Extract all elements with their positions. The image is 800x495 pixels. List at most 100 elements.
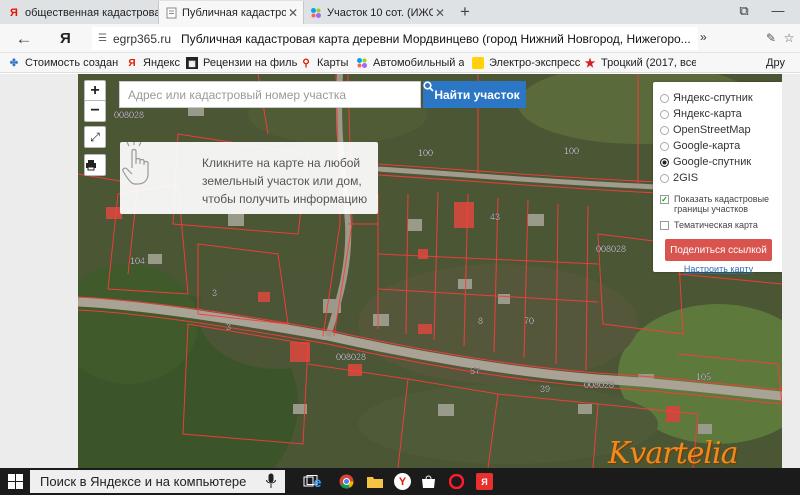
bookmarks-bar: ✤ Стоимость создан Я Яндекс ▦ Рецензии н… [0, 53, 800, 73]
zoom-out-button[interactable]: − [84, 100, 106, 122]
checkbox[interactable] [660, 221, 669, 230]
page-title: Публичная кадастровая карта деревни Морд… [181, 31, 691, 46]
configure-map-link[interactable]: Настроить карту [653, 264, 782, 274]
yandex-icon: Я [10, 6, 18, 19]
layer-option-google-map[interactable]: Google-карта [660, 139, 740, 153]
bookmark-item[interactable]: ✤ Стоимость создан [8, 55, 126, 71]
parcel-label: 008028 [596, 244, 626, 254]
taskbar-search-field[interactable]: Поиск в Яндексе и на компьютере [30, 470, 285, 493]
film-icon: ▦ [186, 57, 198, 69]
app-icon[interactable]: Я [476, 473, 493, 490]
watermark: Kvartelia [608, 436, 738, 468]
close-tab-icon[interactable]: ✕ [286, 6, 300, 20]
pen-icon[interactable]: ✎ [764, 31, 778, 45]
thematic-map-toggle[interactable]: Тематическая карта [660, 220, 780, 230]
checkbox-checked[interactable]: ✓ [660, 195, 669, 204]
taskbar-search-text: Поиск в Яндексе и на компьютере [40, 474, 247, 489]
radio-button[interactable] [660, 109, 669, 119]
print-icon[interactable] [84, 154, 106, 176]
layer-option-yandex-map[interactable]: Яндекс-карта [660, 107, 742, 121]
tab-label: Участок 10 сот. (ИЖС) - куп [327, 6, 433, 19]
page-info-icon: ☰ [98, 33, 107, 44]
layer-option-google-satellite[interactable]: Google-спутник [660, 155, 751, 169]
parcel-label: 008028 [114, 110, 144, 120]
checkbox-label: Показать кадастровые границы участков [674, 194, 770, 214]
show-cadastral-toggle[interactable]: ✓ Показать кадастровые границы участков [660, 194, 780, 214]
more-chevrons-icon[interactable]: » [700, 30, 707, 44]
parcel-label: 70 [524, 316, 534, 326]
train-icon: ⚡ [472, 57, 485, 69]
bookmark-label: Дру [766, 57, 785, 69]
bookmark-label: Автомобильный а [373, 57, 464, 69]
radio-button[interactable] [660, 125, 669, 135]
back-arrow-icon[interactable]: ← [14, 29, 34, 49]
parcel-label: 008028 [336, 352, 366, 362]
share-link-button[interactable]: Поделиться ссылкой [665, 239, 772, 261]
bookmark-item[interactable]: Я Яндекс [126, 55, 186, 71]
map-layers-panel: Яндекс-спутник Яндекс-карта OpenStreetMa… [653, 82, 782, 274]
parcel-label: 39 [540, 384, 550, 394]
chrome-icon[interactable] [338, 473, 355, 490]
address-search-input[interactable] [119, 81, 421, 108]
parcel-label: 008028 [584, 380, 614, 390]
yandex-icon: Я [128, 57, 136, 69]
tab-label: Публичная кадастрова [182, 6, 286, 19]
bookmark-item[interactable]: Автомобильный а [356, 55, 464, 71]
opera-icon[interactable] [448, 473, 465, 490]
layer-label: Google-спутник [673, 156, 752, 168]
bookmark-item[interactable]: ★ Троцкий (2017, все [584, 55, 696, 71]
radio-button-selected[interactable] [660, 157, 669, 167]
radio-button[interactable] [660, 93, 669, 103]
star-icon: ★ [584, 56, 596, 70]
tab-public-cadastral-map[interactable]: Публичная кадастрова ✕ [158, 1, 304, 24]
layer-label: Google-карта [673, 140, 741, 152]
layer-option-yandex-satellite[interactable]: Яндекс-спутник [660, 91, 753, 105]
page-margin-left [0, 74, 78, 468]
windows-start-icon[interactable] [8, 474, 23, 489]
bookmark-label: Рецензии на филь [203, 57, 298, 69]
layer-option-openstreetmap[interactable]: OpenStreetMap [660, 123, 751, 137]
tab-cadastral-search[interactable]: Я общественная кадастрова [2, 1, 158, 24]
store-icon[interactable] [420, 473, 437, 490]
cadastral-map[interactable]: 008028 008028 008028 008028 100 100 43 1… [78, 74, 782, 468]
close-tab-icon[interactable]: ✕ [433, 6, 447, 20]
zoom-in-button[interactable]: + [84, 80, 106, 102]
bookmark-icon[interactable]: ☆ [782, 31, 796, 45]
bookmark-item[interactable]: ⚡ Электро-экспресс [472, 55, 584, 71]
parcel-label: 100 [418, 148, 433, 158]
fullscreen-icon[interactable]: ⤢ [84, 126, 106, 148]
map-hint-card: Кликните на карте на любой земельный уча… [120, 142, 378, 214]
parcel-label: 100 [564, 146, 579, 156]
page-icon [165, 7, 177, 19]
new-tab-button[interactable]: + [456, 3, 474, 21]
yandex-browser-icon[interactable]: Y [394, 473, 411, 490]
restore-window-icon[interactable]: ⧉ [734, 2, 754, 20]
auto-icon [356, 57, 368, 69]
parcel-label: 43 [490, 212, 500, 222]
url-field[interactable]: ☰ egrp365.ru Публичная кадастровая карта… [92, 27, 698, 50]
bookmark-label: Яндекс [143, 57, 180, 69]
bookmark-item[interactable]: ⚲ Карты [300, 55, 352, 71]
radio-button[interactable] [660, 141, 669, 151]
tab-bar: Я общественная кадастрова Публичная када… [0, 0, 800, 24]
bookmark-label: Троцкий (2017, все [601, 57, 696, 69]
bookmark-folder[interactable]: Дру [766, 55, 800, 71]
parcel-label: 105 [696, 372, 711, 382]
minimize-window-icon[interactable]: — [768, 2, 788, 20]
radio-button[interactable] [660, 173, 669, 183]
bookmark-label: Карты [317, 57, 349, 69]
bookmark-label: Стоимость создан [25, 57, 119, 69]
edge-browser-icon[interactable]: e [309, 473, 326, 490]
yandex-home-icon[interactable]: Я [60, 29, 74, 49]
parcel-label: 8 [478, 316, 483, 326]
find-parcel-button[interactable]: Найти участок [423, 81, 526, 108]
tab-label: общественная кадастрова [25, 6, 158, 19]
address-bar: ← Я ☰ egrp365.ru Публичная кадастровая к… [0, 24, 800, 53]
url-domain: egrp365.ru [112, 31, 172, 46]
file-explorer-icon[interactable] [366, 473, 383, 490]
layer-option-2gis[interactable]: 2GIS [660, 171, 698, 185]
tab-parcel-listing[interactable]: Участок 10 сот. (ИЖС) - куп ✕ [304, 1, 450, 24]
microphone-icon[interactable] [265, 473, 277, 489]
layer-label: OpenStreetMap [673, 124, 751, 136]
bookmark-item[interactable]: ▦ Рецензии на филь [186, 55, 298, 71]
